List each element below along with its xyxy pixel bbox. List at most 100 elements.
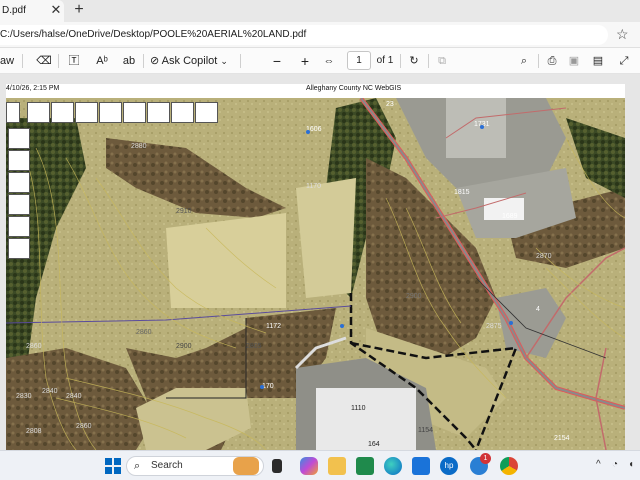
map-tool-tile[interactable] [99, 102, 122, 123]
pdf-toolbar: aw ⌫ 🅃 Aᵇ ab ⊘ Ask Copilot ⌄ − + ⇔ 1 of … [0, 48, 640, 74]
copilot-app-icon[interactable] [300, 457, 318, 475]
pdf-viewer[interactable]: 4/10/26, 2:15 PM Alleghany County NC Web… [0, 74, 640, 450]
address-point [260, 385, 264, 389]
two-page-icon[interactable]: ⧉ [434, 52, 450, 70]
search-icon[interactable]: ⌕ [516, 52, 532, 70]
fit-page-icon[interactable]: ⇔ [321, 52, 337, 70]
map-tool-tile[interactable] [6, 102, 20, 123]
store-icon[interactable] [412, 457, 430, 475]
map-tool-tile[interactable] [8, 172, 30, 193]
save-as-icon[interactable]: ▤ [590, 52, 606, 70]
map-tool-tile[interactable] [8, 238, 30, 259]
map-tool-tile[interactable] [147, 102, 170, 123]
map-label: 2860 [76, 423, 92, 430]
map-label: 2900 [176, 343, 192, 350]
excel-icon[interactable] [356, 457, 374, 475]
read-aloud-icon[interactable]: Aᵇ [94, 52, 110, 70]
search-placeholder: Search [151, 460, 183, 471]
map-label: 2910 [176, 208, 192, 215]
tray-chevron-icon[interactable]: ^ [596, 459, 601, 470]
map-label: 23 [386, 101, 394, 108]
map-label: 2154 [554, 435, 570, 442]
mail-icon[interactable]: 1 [470, 453, 491, 475]
save-icon[interactable]: ▣ [566, 52, 582, 70]
zoom-out-button[interactable]: − [270, 52, 284, 70]
map-label: 2900 [406, 293, 422, 300]
divider [240, 54, 241, 68]
ask-copilot-button[interactable]: ⊘ Ask Copilot ⌄ [150, 52, 236, 70]
map-label: 2808 [26, 428, 42, 435]
map-label: 2805 [246, 343, 262, 350]
taskbar: ⌕ Search hp 1 ^ ◔ ◖ [0, 450, 640, 480]
address-point [480, 125, 484, 129]
map-label: 2860 [136, 329, 152, 336]
map-label: 164 [368, 441, 380, 448]
map-label: 2870 [536, 253, 552, 260]
active-tab[interactable]: D.pdf ✕ [0, 0, 64, 22]
chrome-icon[interactable] [500, 457, 518, 475]
eraser-icon[interactable]: ⌫ [36, 52, 52, 70]
map-label: 2830 [16, 393, 32, 400]
divider [428, 54, 429, 68]
task-view-icon[interactable] [272, 459, 282, 473]
address-point [306, 130, 310, 134]
search-icon: ⌕ [134, 460, 141, 472]
map-tool-tile[interactable] [8, 150, 30, 171]
volume-icon[interactable]: ◖ [628, 459, 634, 470]
print-date: 4/10/26, 2:15 PM [6, 85, 60, 92]
draw-button[interactable]: aw [0, 52, 14, 70]
map-label: 4 [536, 306, 540, 313]
address-bar[interactable]: C:/Users/halse/OneDrive/Desktop/POOLE%20… [0, 25, 608, 45]
map-tool-tile[interactable] [51, 102, 74, 123]
notification-badge: 1 [480, 453, 491, 464]
translate-icon[interactable]: ab [120, 52, 138, 70]
map-tool-tile[interactable] [123, 102, 146, 123]
divider [400, 54, 401, 68]
text-icon[interactable]: 🅃 [66, 52, 82, 70]
address-bar-row: C:/Users/halse/OneDrive/Desktop/POOLE%20… [0, 22, 640, 48]
tab-strip: D.pdf ✕ + [0, 0, 640, 22]
map-label: 2840 [42, 388, 58, 395]
pdf-page: 4/10/26, 2:15 PM Alleghany County NC Web… [6, 84, 625, 450]
print-icon[interactable]: ⎙ [544, 52, 560, 70]
pasture-field [296, 178, 356, 298]
close-tab-icon[interactable]: ✕ [48, 2, 64, 18]
new-tab-button[interactable]: + [70, 1, 88, 19]
pasture-field [166, 213, 286, 308]
star-icon[interactable]: ☆ [616, 25, 632, 43]
map-tool-tile[interactable] [75, 102, 98, 123]
divider [22, 54, 23, 68]
tab-title: D.pdf [2, 5, 26, 16]
map-tool-tile[interactable] [171, 102, 194, 123]
map-label: 1172 [266, 323, 281, 330]
taskbar-search[interactable]: ⌕ Search [126, 456, 264, 476]
network-icon[interactable]: ◔ [612, 459, 618, 470]
fox-widget-icon[interactable] [233, 457, 259, 475]
page-number-input[interactable]: 1 [347, 51, 371, 70]
map-tool-tile[interactable] [8, 128, 30, 149]
page-count: of 1 [376, 55, 394, 66]
hp-icon[interactable]: hp [440, 457, 458, 475]
expand-icon[interactable]: ⤢ [616, 52, 632, 70]
edge-icon[interactable] [384, 457, 402, 475]
map-label: 2875 [486, 323, 502, 330]
map-tool-tile[interactable] [8, 194, 30, 215]
building [316, 388, 416, 450]
map-tool-tile[interactable] [27, 102, 50, 123]
map-label: 1110 [351, 405, 366, 412]
map-label: 2840 [66, 393, 82, 400]
address-point [509, 321, 513, 325]
file-explorer-icon[interactable] [328, 457, 346, 475]
map-tool-tile[interactable] [8, 216, 30, 237]
rotate-icon[interactable]: ↻ [406, 52, 422, 70]
address-point [340, 324, 344, 328]
chevron-down-icon: ⌄ [220, 56, 228, 66]
building [446, 98, 506, 158]
map-label: 1154 [418, 427, 433, 434]
map-label: 1815 [454, 189, 470, 196]
map-tool-tile[interactable] [195, 102, 218, 123]
windows-start-icon[interactable] [104, 457, 122, 475]
map-label: 1689 [502, 213, 518, 220]
map-label: 2880 [131, 143, 147, 150]
zoom-in-button[interactable]: + [298, 52, 312, 70]
